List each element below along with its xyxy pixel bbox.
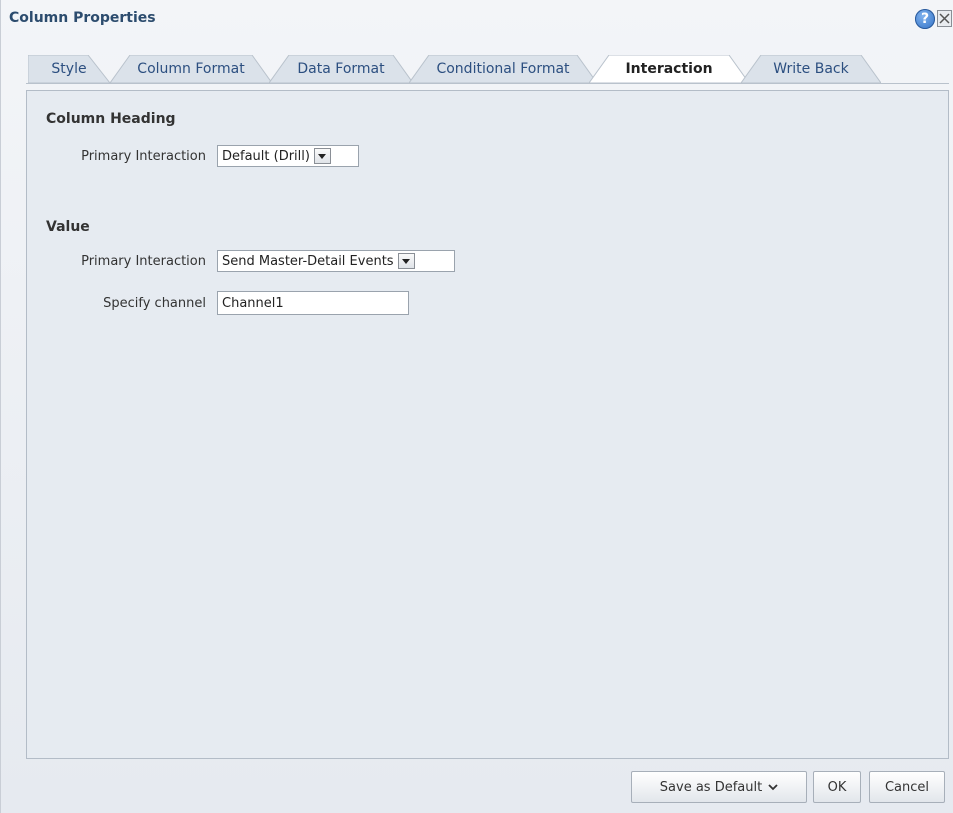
tab-data-format-label: Data Format	[297, 61, 385, 77]
value-primary-select[interactable]: Send Master-Detail Events	[217, 250, 455, 272]
ok-button[interactable]: OK	[813, 771, 861, 803]
interaction-panel	[26, 90, 949, 759]
column-heading-title: Column Heading	[46, 111, 176, 127]
tab-divider	[26, 83, 949, 84]
tab-style[interactable]: Style	[28, 55, 110, 83]
help-icon[interactable]: ?	[915, 9, 935, 29]
value-title: Value	[46, 219, 90, 235]
close-icon[interactable]	[937, 10, 952, 27]
value-primary-label: Primary Interaction	[81, 254, 206, 269]
dialog-title: Column Properties	[9, 10, 156, 26]
tab-conditional-format[interactable]: Conditional Format	[409, 55, 597, 83]
tab-style-label: Style	[51, 61, 87, 77]
chevron-down-icon[interactable]	[397, 253, 415, 269]
save-as-default-button[interactable]: Save as Default	[631, 771, 807, 803]
column-heading-primary-select[interactable]: Default (Drill)	[217, 145, 359, 167]
tab-write-back-label: Write Back	[773, 61, 849, 77]
tab-column-format-label: Column Format	[137, 61, 245, 77]
dialog-titlebar: Column Properties ?	[1, 0, 953, 36]
cancel-label: Cancel	[884, 779, 930, 795]
ok-label: OK	[827, 779, 847, 795]
save-as-default-label: Save as Default	[659, 779, 763, 795]
tab-interaction[interactable]: Interaction	[589, 55, 749, 83]
chevron-down-icon[interactable]	[313, 148, 331, 164]
tab-data-format[interactable]: Data Format	[269, 55, 413, 83]
chevron-down-icon	[768, 783, 778, 790]
column-heading-primary-value: Default (Drill)	[222, 148, 310, 164]
channel-input[interactable]	[217, 291, 409, 315]
cancel-button[interactable]: Cancel	[869, 771, 945, 803]
tab-conditional-format-label: Conditional Format	[436, 61, 570, 77]
column-heading-primary-label: Primary Interaction	[81, 149, 206, 164]
channel-label: Specify channel	[103, 296, 206, 311]
value-primary-value: Send Master-Detail Events	[222, 253, 394, 269]
tab-interaction-label: Interaction	[625, 61, 713, 77]
tab-column-format[interactable]: Column Format	[110, 55, 272, 83]
tab-write-back[interactable]: Write Back	[741, 55, 881, 83]
column-properties-dialog: Column Properties ? Style Column Format …	[0, 0, 953, 813]
